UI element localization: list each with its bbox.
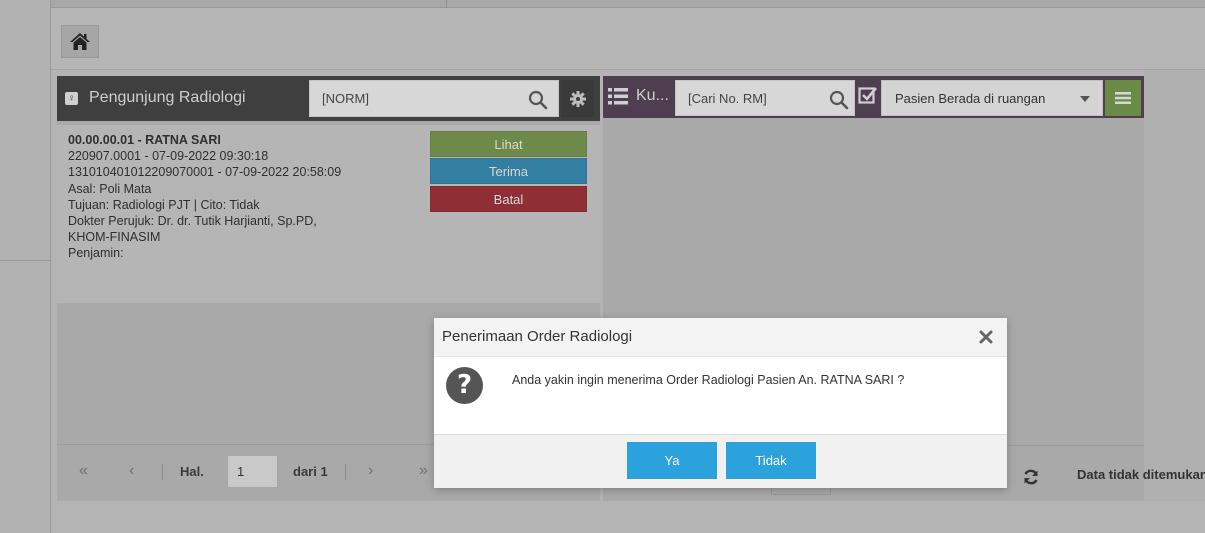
menu-button[interactable] (1105, 80, 1141, 116)
page-number-field[interactable] (227, 455, 278, 488)
patient-registration: 220907.0001 - 07-09-2022 09:30:18 (68, 149, 269, 164)
queue-panel-header: Ku... Pasien Berada di ruangan (603, 76, 1144, 118)
bottom-background (51, 501, 1205, 533)
first-page-button[interactable]: « (79, 462, 88, 480)
hamburger-icon (1115, 92, 1131, 104)
gear-icon (569, 90, 586, 107)
home-button[interactable] (61, 25, 99, 58)
patient-destination: Tujuan: Radiologi PJT | Cito: Tidak (68, 197, 260, 212)
next-page-button[interactable]: › (368, 462, 373, 480)
dialog-header: Penerimaan Order Radiologi (434, 318, 1007, 357)
patient-guarantor: Penjamin: (68, 246, 124, 261)
location-filter-value: Pasien Berada di ruangan (895, 91, 1046, 106)
visitor-panel-title: Pengunjung Radiologi (89, 89, 246, 106)
toolbar (51, 8, 1205, 70)
close-icon[interactable] (978, 329, 994, 345)
queue-panel-title: Ku... (636, 87, 669, 104)
dialog-footer: Ya Tidak (434, 434, 1007, 488)
rm-search-input[interactable] (676, 81, 854, 115)
patient-referring-doctor-cont: KHOM-FINASIM (68, 230, 161, 245)
settings-button[interactable] (561, 80, 594, 117)
patient-id-name: 00.00.00.01 - RATNA SARI (68, 133, 221, 147)
norm-search-box[interactable] (309, 80, 559, 117)
search-icon[interactable] (528, 90, 548, 110)
patient-order-number: 131010401012209070001 - 07-09-2022 20:58… (68, 165, 342, 180)
list-icon (608, 88, 628, 105)
page-number-input[interactable] (228, 456, 277, 487)
cancel-order-button[interactable]: Batal (430, 186, 587, 212)
refresh-icon[interactable] (1023, 469, 1039, 485)
prev-page-button[interactable]: ‹ (129, 462, 134, 480)
question-icon: ? (446, 367, 483, 404)
visitor-panel-header: ♀ Pengunjung Radiologi (57, 76, 600, 121)
no-button[interactable]: Tidak (726, 442, 816, 479)
patient-card[interactable]: 00.00.00.01 - RATNA SARI 220907.0001 - 0… (57, 125, 600, 303)
top-bar (51, 0, 1205, 8)
norm-search-input[interactable] (310, 81, 558, 116)
search-icon[interactable] (829, 90, 849, 110)
chevron-down-icon (1080, 96, 1090, 102)
status-text: Data tidak ditemukan (1077, 467, 1205, 482)
right-background (1144, 70, 1205, 533)
view-button[interactable]: Lihat (430, 131, 587, 157)
rm-search-box[interactable] (675, 80, 855, 116)
patient-origin: Asal: Poli Mata (68, 181, 152, 196)
last-page-button[interactable]: » (419, 462, 428, 480)
patient-info: 00.00.00.01 - RATNA SARI 220907.0001 - 0… (68, 132, 341, 262)
dialog-title: Penerimaan Order Radiologi (442, 328, 633, 345)
yes-button[interactable]: Ya (627, 442, 717, 479)
left-sidebar-strip (0, 0, 51, 533)
dialog-body: ? Anda yakin ingin menerima Order Radiol… (434, 357, 1007, 434)
location-filter-select[interactable]: Pasien Berada di ruangan (881, 80, 1103, 116)
page-count: dari 1 (293, 464, 328, 479)
dialog-message: Anda yakin ingin menerima Order Radiolog… (512, 373, 905, 387)
user-badge-icon: ♀ (65, 92, 78, 105)
checkbox-icon[interactable] (858, 85, 878, 105)
home-icon (70, 33, 90, 50)
confirm-dialog: Penerimaan Order Radiologi ? Anda yakin … (434, 318, 1007, 488)
patient-referring-doctor: Dokter Perujuk: Dr. dr. Tutik Harjianti,… (68, 214, 317, 229)
page-label: Hal. (180, 464, 204, 479)
accept-button[interactable]: Terima (430, 158, 587, 184)
